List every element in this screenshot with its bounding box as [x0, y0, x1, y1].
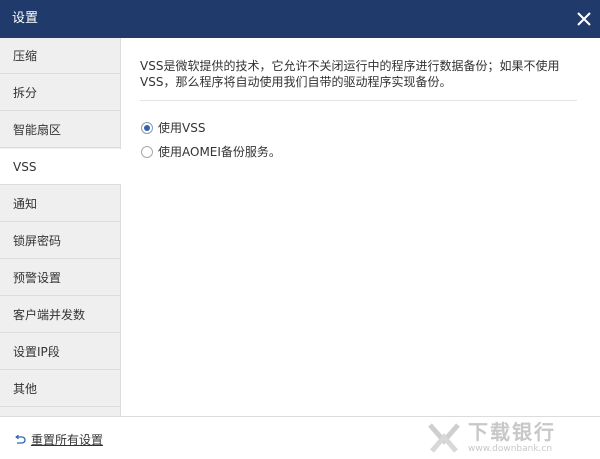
settings-content: VSS是微软提供的技术，它允许不关闭运行中的程序进行数据备份；如果不使用VSS，… [121, 38, 600, 416]
sidebar-item-alert-settings[interactable]: 预警设置 [0, 260, 120, 296]
downbank-logo-icon [428, 423, 460, 453]
undo-icon [15, 434, 26, 444]
sidebar-item-label: 锁屏密码 [13, 234, 62, 248]
sidebar-item-smart-sector[interactable]: 智能扇区 [0, 112, 120, 148]
window-title: 设置 [12, 11, 39, 26]
sidebar-item-label: 压缩 [13, 49, 38, 63]
use-vss-label: 使用VSS [158, 121, 206, 135]
use-aomei-service-label: 使用AOMEI备份服务。 [158, 145, 281, 159]
sidebar-item-label: 设置IP段 [13, 345, 60, 359]
footer: 重置所有设置 下载银行 www.downbank.cn [0, 416, 600, 459]
sidebar-item-label: 其他 [13, 382, 38, 396]
sidebar-item-other[interactable]: 其他 [0, 371, 120, 407]
sidebar-item-client-concurrency[interactable]: 客户端并发数 [0, 297, 120, 333]
close-icon[interactable] [572, 7, 596, 31]
sidebar-item-label: 客户端并发数 [13, 308, 86, 322]
sidebar-item-compress[interactable]: 压缩 [0, 38, 120, 74]
sidebar-item-label: 智能扇区 [13, 123, 62, 137]
watermark-brand: 下载银行 [468, 420, 556, 444]
watermark-site: www.downbank.cn [468, 444, 553, 454]
sidebar-item-lock-screen-password[interactable]: 锁屏密码 [0, 223, 120, 259]
radio-unselected-icon[interactable] [141, 146, 153, 158]
sidebar-item-ip-range[interactable]: 设置IP段 [0, 334, 120, 370]
sidebar-item-split[interactable]: 拆分 [0, 75, 120, 111]
sidebar-item-label: 预警设置 [13, 271, 62, 285]
sidebar-item-notification[interactable]: 通知 [0, 186, 120, 222]
title-bar: 设置 [0, 0, 600, 38]
radio-selected-icon[interactable] [141, 122, 153, 134]
vss-description: VSS是微软提供的技术，它允许不关闭运行中的程序进行数据备份；如果不使用VSS，… [140, 59, 560, 89]
sidebar-item-label: 通知 [13, 197, 38, 211]
settings-sidebar: 压缩 拆分 智能扇区 VSS 通知 锁屏密码 预警设置 客户端并发数 设置IP段… [0, 38, 121, 416]
sidebar-item-label: 拆分 [13, 86, 38, 100]
divider [140, 100, 577, 101]
watermark: 下载银行 www.downbank.cn [426, 417, 586, 459]
sidebar-item-vss[interactable]: VSS [0, 149, 121, 185]
reset-all-settings-label: 重置所有设置 [31, 433, 104, 447]
sidebar-item-label: VSS [13, 160, 37, 174]
